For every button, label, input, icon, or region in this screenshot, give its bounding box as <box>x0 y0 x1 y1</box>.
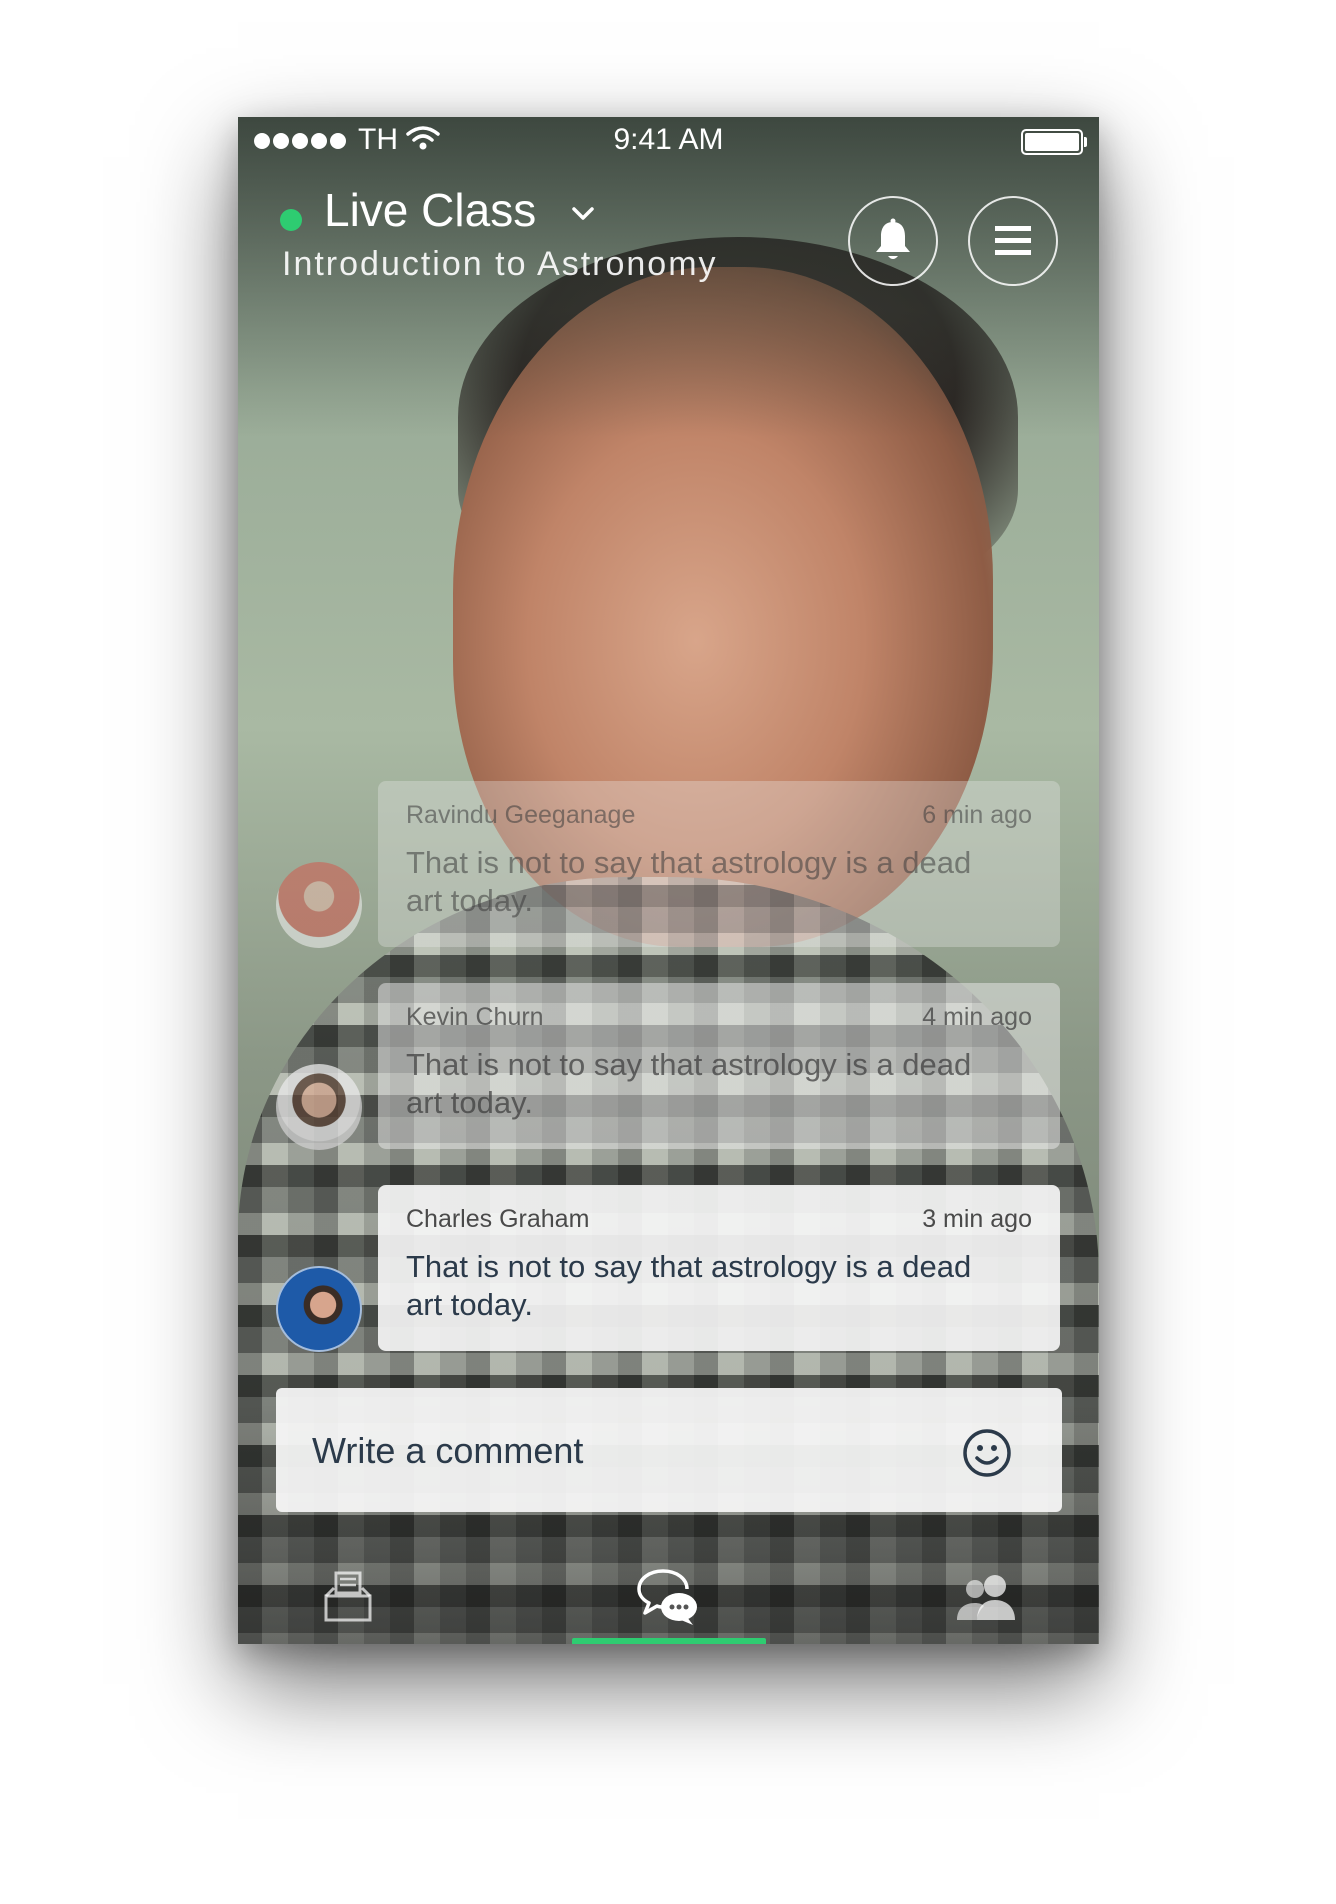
comment-time: 4 min ago <box>922 1003 1032 1031</box>
class-subtitle: Introduction to Astronomy <box>282 245 718 283</box>
tab-archive[interactable] <box>288 1557 408 1637</box>
comment-card: Ravindu Geeganage 6 min ago That is not … <box>378 781 1060 947</box>
comment-input[interactable] <box>310 1388 934 1514</box>
active-tab-indicator <box>572 1638 766 1644</box>
tab-chat[interactable] <box>608 1557 728 1637</box>
avatar[interactable] <box>276 1064 362 1150</box>
comment-time: 6 min ago <box>922 801 1032 829</box>
comment-author[interactable]: Ravindu Geeganage <box>406 801 635 830</box>
comment-card: Charles Graham 3 min ago That is not to … <box>378 1185 1060 1351</box>
chevron-down-icon[interactable] <box>570 205 596 223</box>
status-bar: TH 9:41 AM <box>238 117 1099 167</box>
avatar[interactable] <box>276 1266 362 1352</box>
tab-people[interactable] <box>926 1557 1046 1637</box>
hamburger-menu-icon <box>995 226 1031 255</box>
comment-time: 3 min ago <box>922 1205 1032 1233</box>
archive-icon <box>324 1571 372 1622</box>
comment-text: That is not to say that astrology is a d… <box>406 1047 972 1120</box>
status-time: 9:41 AM <box>613 123 724 156</box>
chat-icon <box>637 1569 697 1625</box>
phone-screen: TH 9:41 AM Live Class Introduction to As… <box>238 117 1099 1644</box>
comment-box <box>276 1388 1062 1514</box>
comment-card: Kevin Churn 4 min ago That is not to say… <box>378 983 1060 1149</box>
people-icon <box>957 1575 1015 1620</box>
live-indicator-dot <box>280 209 302 231</box>
bell-icon <box>876 218 910 259</box>
menu-button[interactable] <box>968 196 1058 286</box>
emoji-smiley-icon[interactable] <box>962 1428 1012 1478</box>
comment-author[interactable]: Kevin Churn <box>406 1003 544 1032</box>
comment-text: That is not to say that astrology is a d… <box>406 1249 972 1322</box>
avatar[interactable] <box>276 862 362 948</box>
page-title[interactable]: Live Class <box>324 183 536 237</box>
comment-text: That is not to say that astrology is a d… <box>406 845 972 918</box>
comment-author[interactable]: Charles Graham <box>406 1205 589 1234</box>
battery-icon <box>1021 129 1087 155</box>
notifications-button[interactable] <box>848 196 938 286</box>
